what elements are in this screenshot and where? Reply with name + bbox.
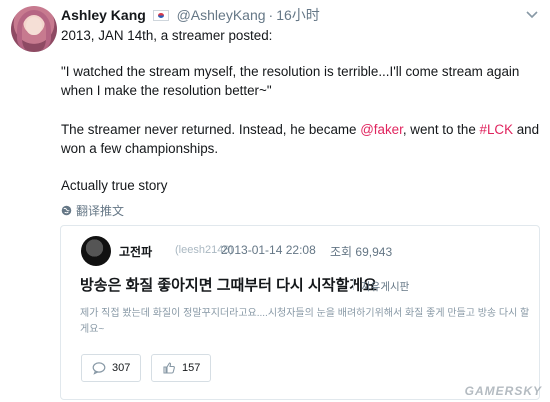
tweet-paragraph: 2013, JAN 14th, a streamer posted: [61,28,273,43]
hashtag-link[interactable]: #LCK [480,122,514,137]
like-count: 157 [182,362,201,374]
text-segment: The streamer never returned. Instead, he… [61,122,361,137]
tweet-paragraph: "I watched the stream myself, the resolu… [61,64,520,98]
tweet-paragraph: The streamer never returned. Instead, he… [61,120,541,158]
comment-count: 307 [112,362,131,374]
post-date: 2013-01-14 22:08 [221,243,316,257]
tweet-paragraph: Actually true story [61,178,168,193]
user-handle[interactable]: @AshleyKang [177,7,266,23]
mention-link[interactable]: @faker [360,122,403,137]
post-author-name: 고전파 [119,245,153,259]
embedded-screenshot-card: 고전파 (leesh2148) 2013-01-14 22:08 조회 69,9… [60,225,540,400]
watermark: GAMERSKY [464,384,542,398]
translate-tweet-button[interactable]: 翻译推文 [61,202,124,219]
comment-count-button: 307 [81,354,141,382]
post-body: 제가 직접 봤는데 화질이 정말꾸지더라고요....시청자들의 눈을 배려하기위… [80,308,530,335]
post-board-name: 자유게시판 [361,281,410,293]
like-count-button: 157 [151,354,211,382]
post-view-count: 조회 69,943 [330,245,393,259]
text-segment: , went to the [402,122,480,137]
like-icon [163,362,175,374]
tweet: Ashley Kang @AshleyKang · 16小时 2013, JAN 1… [0,0,550,402]
globe-icon [61,205,72,216]
divider [353,278,354,290]
tweet-header: Ashley Kang @AshleyKang · 16小时 [61,7,320,24]
post-title: 방송은 화질 좋아지면 그때부터 다시 시작할게요 [80,277,377,294]
tweet-timestamp[interactable]: 16小时 [276,7,320,23]
display-name[interactable]: Ashley Kang [61,7,146,23]
post-author-avatar [81,236,111,266]
chevron-down-icon[interactable] [526,11,538,19]
user-avatar[interactable] [11,6,57,52]
comment-icon [92,362,106,375]
separator-dot: · [268,7,274,23]
korea-flag-icon [152,10,169,21]
translate-label: 翻译推文 [76,204,125,218]
